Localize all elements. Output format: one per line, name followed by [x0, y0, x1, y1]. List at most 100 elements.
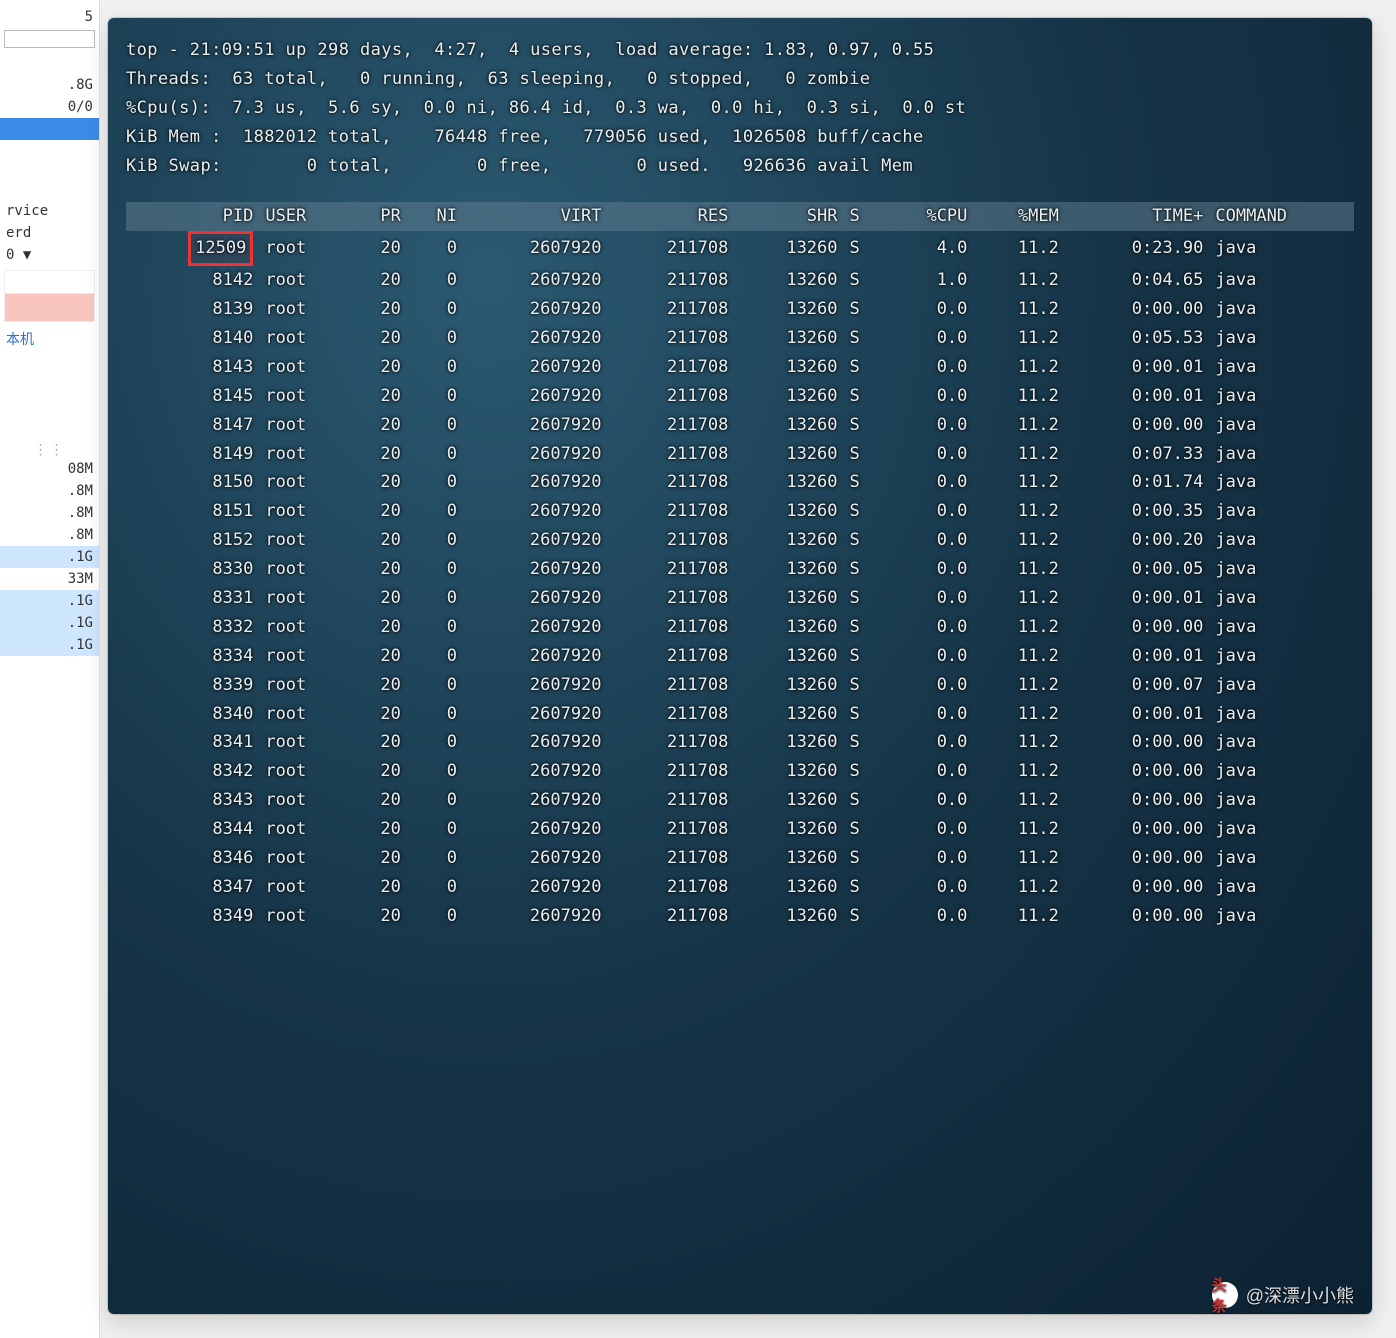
table-row[interactable]: 8150root200260792021170813260S0.011.20:0… [126, 468, 1354, 497]
cell-cmd: java [1209, 526, 1354, 555]
col-shr: SHR [734, 202, 843, 231]
table-row[interactable]: 8342root200260792021170813260S0.011.20:0… [126, 757, 1354, 786]
cell-res: 211708 [608, 231, 735, 266]
cell-shr: 13260 [734, 642, 843, 671]
cell-pid: 8331 [126, 584, 259, 613]
cell-pr: 20 [351, 584, 407, 613]
table-row[interactable]: 8149root200260792021170813260S0.011.20:0… [126, 440, 1354, 469]
cell-mem: 11.2 [973, 324, 1064, 353]
cell-pr: 20 [351, 786, 407, 815]
cell-cmd: java [1209, 902, 1354, 931]
terminal-window[interactable]: top - 21:09:51 up 298 days, 4:27, 4 user… [108, 18, 1372, 1314]
table-row[interactable]: 8334root200260792021170813260S0.011.20:0… [126, 642, 1354, 671]
table-row[interactable]: 8347root200260792021170813260S0.011.20:0… [126, 873, 1354, 902]
cell-cpu: 0.0 [882, 353, 973, 382]
cell-user: root [259, 873, 350, 902]
cell-virt: 2607920 [463, 728, 608, 757]
cell-time: 0:05.53 [1065, 324, 1210, 353]
summary-line-threads: Threads: 63 total, 0 running, 63 sleepin… [126, 65, 1354, 94]
cell-s: S [844, 411, 882, 440]
cell-ni: 0 [407, 700, 463, 729]
cell-cpu: 0.0 [882, 411, 973, 440]
cell-user: root [259, 671, 350, 700]
cell-user: root [259, 786, 350, 815]
table-row[interactable]: 8341root200260792021170813260S0.011.20:0… [126, 728, 1354, 757]
cell-s: S [844, 468, 882, 497]
cell-cpu: 0.0 [882, 757, 973, 786]
cell-time: 0:00.20 [1065, 526, 1210, 555]
table-row[interactable]: 8346root200260792021170813260S0.011.20:0… [126, 844, 1354, 873]
cell-virt: 2607920 [463, 671, 608, 700]
col-user: USER [259, 202, 350, 231]
sidebar-size-item: .1G [0, 612, 99, 634]
table-row[interactable]: 8343root200260792021170813260S0.011.20:0… [126, 786, 1354, 815]
cell-pid: 8139 [126, 295, 259, 324]
table-row[interactable]: 8139root200260792021170813260S0.011.20:0… [126, 295, 1354, 324]
sidebar-host-link[interactable]: 本机 [0, 326, 99, 352]
table-row[interactable]: 8145root200260792021170813260S0.011.20:0… [126, 382, 1354, 411]
sidebar-dropdown[interactable]: 0 [0, 244, 99, 266]
table-row[interactable]: 8339root200260792021170813260S0.011.20:0… [126, 671, 1354, 700]
cell-mem: 11.2 [973, 873, 1064, 902]
col-cpu: %CPU [882, 202, 973, 231]
cell-res: 211708 [608, 411, 735, 440]
cell-mem: 11.2 [973, 353, 1064, 382]
cell-pid: 8145 [126, 382, 259, 411]
cell-pid: 8140 [126, 324, 259, 353]
cell-pid: 8340 [126, 700, 259, 729]
cell-cmd: java [1209, 295, 1354, 324]
cell-pr: 20 [351, 902, 407, 931]
cell-cmd: java [1209, 266, 1354, 295]
cell-user: root [259, 497, 350, 526]
cell-cmd: java [1209, 382, 1354, 411]
table-row[interactable]: 8143root200260792021170813260S0.011.20:0… [126, 353, 1354, 382]
table-row[interactable]: 8151root200260792021170813260S0.011.20:0… [126, 497, 1354, 526]
cell-shr: 13260 [734, 671, 843, 700]
table-row[interactable]: 8140root200260792021170813260S0.011.20:0… [126, 324, 1354, 353]
cell-pr: 20 [351, 844, 407, 873]
table-row[interactable]: 8349root200260792021170813260S0.011.20:0… [126, 902, 1354, 931]
cell-pr: 20 [351, 642, 407, 671]
cell-ni: 0 [407, 728, 463, 757]
cell-shr: 13260 [734, 266, 843, 295]
cell-cpu: 0.0 [882, 642, 973, 671]
cell-mem: 11.2 [973, 700, 1064, 729]
table-row[interactable]: 8332root200260792021170813260S0.011.20:0… [126, 613, 1354, 642]
sidebar-size-item: 33M [0, 568, 99, 590]
sidebar-selected[interactable] [0, 118, 99, 140]
cell-mem: 11.2 [973, 728, 1064, 757]
table-row[interactable]: 8152root200260792021170813260S0.011.20:0… [126, 526, 1354, 555]
table-row[interactable]: 8344root200260792021170813260S0.011.20:0… [126, 815, 1354, 844]
cell-cpu: 0.0 [882, 815, 973, 844]
cell-s: S [844, 757, 882, 786]
cell-time: 0:00.05 [1065, 555, 1210, 584]
table-row[interactable]: 8147root200260792021170813260S0.011.20:0… [126, 411, 1354, 440]
cell-pr: 20 [351, 295, 407, 324]
cell-cpu: 0.0 [882, 497, 973, 526]
cell-ni: 0 [407, 295, 463, 324]
cell-shr: 13260 [734, 613, 843, 642]
cell-virt: 2607920 [463, 468, 608, 497]
sidebar-input[interactable] [4, 30, 95, 48]
cell-pr: 20 [351, 526, 407, 555]
cell-mem: 11.2 [973, 786, 1064, 815]
cell-cpu: 0.0 [882, 324, 973, 353]
cell-pr: 20 [351, 671, 407, 700]
cell-mem: 11.2 [973, 555, 1064, 584]
cell-time: 0:00.01 [1065, 382, 1210, 411]
table-row[interactable]: 12509root200260792021170813260S4.011.20:… [126, 231, 1354, 266]
cell-s: S [844, 266, 882, 295]
table-row[interactable]: 8340root200260792021170813260S0.011.20:0… [126, 700, 1354, 729]
cell-cpu: 0.0 [882, 526, 973, 555]
cell-virt: 2607920 [463, 526, 608, 555]
table-row[interactable]: 8330root200260792021170813260S0.011.20:0… [126, 555, 1354, 584]
table-row[interactable]: 8331root200260792021170813260S0.011.20:0… [126, 584, 1354, 613]
cell-ni: 0 [407, 353, 463, 382]
table-row[interactable]: 8142root200260792021170813260S1.011.20:0… [126, 266, 1354, 295]
cell-cmd: java [1209, 468, 1354, 497]
cell-shr: 13260 [734, 555, 843, 584]
cell-pr: 20 [351, 728, 407, 757]
cell-user: root [259, 642, 350, 671]
cell-pid: 12509 [126, 231, 259, 266]
cell-ni: 0 [407, 526, 463, 555]
